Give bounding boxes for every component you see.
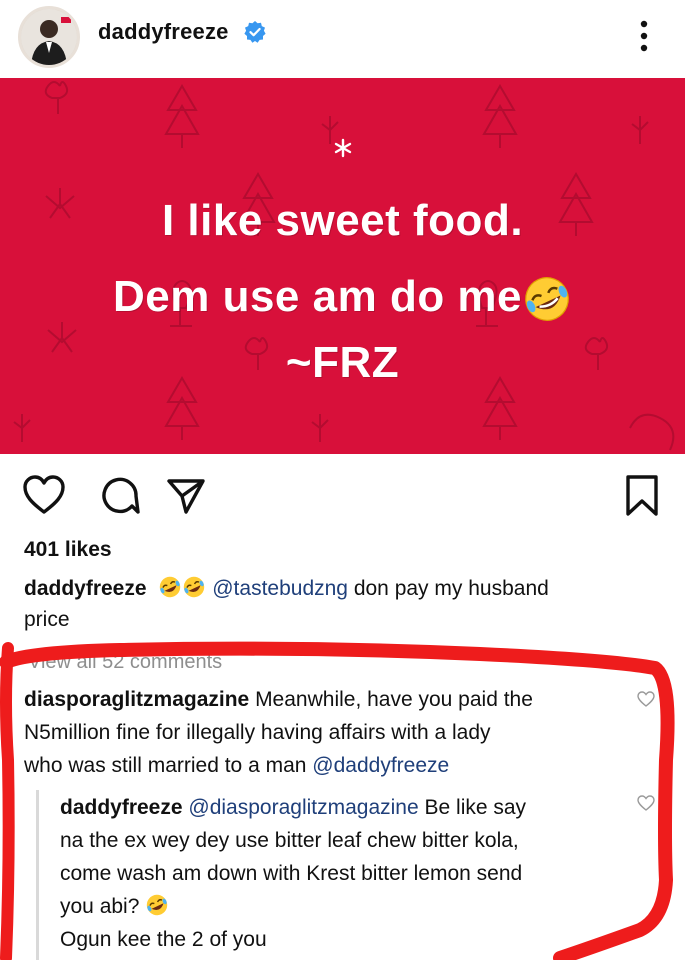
comment-item: diasporaglitzmagazine Meanwhile, have yo… [24, 683, 634, 782]
comment-mention[interactable]: @daddyfreeze [312, 754, 449, 777]
laughing-emoji-icon [184, 577, 205, 598]
post-username[interactable]: daddyfreeze [98, 19, 229, 45]
post-background-pattern [13, 81, 675, 451]
heart-icon[interactable] [22, 474, 66, 516]
post-text-line-3: ~FRZ [285, 338, 400, 387]
post-text-line-2-text: Dem use am do me [112, 272, 523, 321]
comment-icon[interactable] [100, 476, 140, 516]
laughing-emoji-icon [147, 895, 168, 916]
caption-mention[interactable]: @tastebudzng [212, 577, 348, 600]
caption-text-1: don pay my husband [353, 577, 549, 600]
avatar-image [21, 9, 77, 65]
reply-username[interactable]: daddyfreeze [60, 796, 183, 819]
reply-text-2: na the ex wey dey use bitter leaf chew b… [60, 829, 519, 852]
reply-text-3: come wash am down with Krest bitter lemo… [60, 862, 523, 885]
post-text-line-2: Dem use am do me [0, 272, 685, 324]
laughing-emoji-icon [160, 577, 181, 598]
reply-text-1: Be like say [424, 796, 527, 819]
post-header: daddyfreeze [0, 0, 685, 78]
post-text-line-1: I like sweet food. [161, 196, 524, 245]
comment-text-1: Meanwhile, have you paid the [255, 688, 533, 711]
reply-text-5: Ogun kee the 2 of you [60, 928, 267, 951]
comment-text-3: who was still married to a man [24, 754, 307, 777]
view-all-comments-link[interactable]: View all 52 comments [28, 653, 222, 674]
post-caption: daddyfreeze @tastebudzng don pay my husb… [24, 573, 654, 635]
reply-like-heart-icon[interactable] [636, 794, 656, 812]
share-icon[interactable] [166, 476, 206, 516]
avatar[interactable] [18, 6, 80, 68]
caption-text-2: price [24, 608, 70, 631]
more-vertical-icon[interactable] [634, 16, 654, 56]
reply-text-4: you abi? [60, 895, 140, 918]
comment-username[interactable]: diasporaglitzmagazine [24, 688, 249, 711]
verified-badge-icon [244, 21, 266, 43]
bookmark-icon[interactable] [624, 474, 660, 518]
caption-username[interactable]: daddyfreeze [24, 577, 147, 600]
reply-thread-line [36, 790, 39, 960]
comment-text-2: N5million fine for illegally having affa… [24, 721, 491, 744]
reply-mention[interactable]: @diasporaglitzmagazine [188, 796, 418, 819]
action-bar [0, 470, 685, 522]
reply-item: daddyfreeze @diasporaglitzmagazine Be li… [60, 791, 640, 956]
post-image[interactable]: I like sweet food. Dem use am do me ~FRZ [0, 78, 685, 454]
likes-count[interactable]: 401 likes [24, 538, 112, 562]
comment-like-heart-icon[interactable] [636, 690, 656, 708]
snowflake-icon [334, 138, 352, 158]
laughing-emoji-icon [525, 277, 569, 322]
